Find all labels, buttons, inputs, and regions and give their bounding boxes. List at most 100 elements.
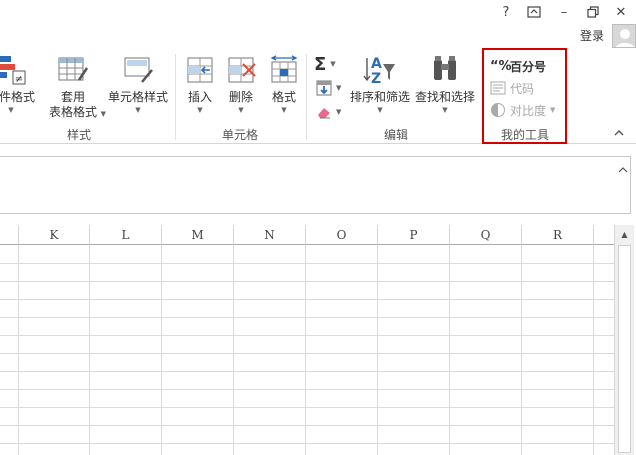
find-select-label: 查找和选择: [414, 90, 475, 104]
editing-group-label: 编辑: [383, 128, 408, 142]
grid-line: [305, 245, 306, 455]
column-header-m[interactable]: M: [162, 225, 234, 245]
insert-cells-icon: [187, 57, 213, 83]
grid-line: [0, 443, 614, 444]
chevron-down-icon: ▼: [8, 106, 14, 114]
mytools-highlight-box: [482, 48, 567, 144]
fill-button[interactable]: ▼: [316, 78, 341, 98]
title-bar: ? – ✕ 登录: [0, 0, 636, 50]
chevron-down-icon: ▼: [281, 106, 287, 114]
chevron-down-icon: ▼: [336, 108, 342, 116]
column-header-partial[interactable]: [0, 225, 19, 245]
table-format-label-2: 表格格式: [48, 105, 97, 119]
grid-line: [0, 281, 614, 282]
fill-down-icon: [316, 80, 332, 96]
format-button[interactable]: 格式 ▼: [266, 54, 302, 115]
grid-line: [0, 263, 614, 264]
svg-text:≠: ≠: [15, 74, 23, 85]
grid-line: [0, 425, 614, 426]
grid-line: [0, 299, 614, 300]
grid-line: [0, 353, 614, 354]
grid-line: [377, 245, 378, 455]
collapse-ribbon-button[interactable]: [614, 126, 624, 140]
grid-line: [89, 245, 90, 455]
column-header-r[interactable]: R: [522, 225, 594, 245]
grid-line: [0, 335, 614, 336]
sort-filter-label: 排序和筛选: [349, 90, 410, 104]
vertical-scrollbar[interactable]: ▲: [614, 225, 634, 455]
avatar[interactable]: [612, 24, 636, 48]
scroll-up-button[interactable]: ▲: [615, 225, 634, 243]
group-separator: [175, 54, 176, 140]
expand-formula-bar-button[interactable]: [618, 163, 628, 177]
format-label: 格式: [271, 90, 296, 104]
chevron-down-icon: ▼: [238, 106, 244, 114]
sign-in-link[interactable]: 登录: [580, 27, 604, 44]
group-separator: [306, 54, 307, 140]
grid-line: [161, 245, 162, 455]
chevron-down-icon: ▼: [377, 106, 383, 114]
styles-group-label: 样式: [66, 128, 91, 142]
scrollbar-thumb[interactable]: [618, 245, 631, 453]
column-header-partial[interactable]: [594, 225, 614, 245]
chevron-down-icon: ▼: [197, 106, 203, 114]
insert-label: 插入: [187, 90, 212, 104]
formula-bar-input[interactable]: [0, 156, 631, 214]
column-header-k[interactable]: K: [19, 225, 90, 245]
grid-line: [521, 245, 522, 455]
maximize-button[interactable]: [581, 3, 605, 21]
cell-styles-button[interactable]: 单元格样式 ▼: [106, 54, 170, 115]
format-cells-icon: [270, 55, 298, 83]
delete-button[interactable]: 删除 ▼: [222, 54, 260, 115]
chevron-down-icon: ▼: [336, 84, 342, 92]
help-button[interactable]: ?: [494, 3, 518, 21]
insert-button[interactable]: 插入 ▼: [182, 54, 218, 115]
user-icon: [615, 29, 635, 47]
format-as-table-button[interactable]: 套用 表格格式 ▼: [42, 54, 106, 120]
column-header-q[interactable]: Q: [450, 225, 522, 245]
column-header-o[interactable]: O: [306, 225, 378, 245]
grid-line: [0, 371, 614, 372]
column-header-p[interactable]: P: [378, 225, 450, 245]
table-format-icon: [58, 57, 89, 81]
grid-line: [0, 407, 614, 408]
chevron-down-icon: ▼: [330, 60, 336, 68]
cell-styles-label: 单元格样式: [107, 90, 168, 104]
find-select-button[interactable]: 查找和选择 ▼: [414, 54, 476, 115]
autosum-button[interactable]: Σ ▼: [314, 53, 336, 75]
grid-line: [593, 245, 594, 455]
restore-icon: [587, 6, 599, 18]
grid-line: [0, 317, 614, 318]
grid-line: [0, 389, 614, 390]
cell-styles-icon: [124, 57, 153, 83]
conditional-format-label: 条件格式: [0, 90, 35, 104]
minimize-button[interactable]: –: [552, 3, 576, 21]
sort-filter-button[interactable]: A Z 排序和筛选 ▼: [348, 54, 412, 115]
svg-text:Z: Z: [371, 71, 381, 86]
chevron-up-icon: [618, 167, 628, 173]
binoculars-icon: [434, 56, 456, 80]
clear-button[interactable]: ▼: [316, 102, 341, 122]
column-header-l[interactable]: L: [90, 225, 162, 245]
close-button[interactable]: ✕: [609, 3, 633, 21]
table-format-label-1: 套用: [60, 90, 85, 104]
grid-line: [18, 245, 19, 455]
ribbon-display-icon: [527, 6, 541, 18]
conditional-format-button[interactable]: ≠ 条件格式 ▼: [0, 54, 40, 115]
chevron-down-icon: ▼: [135, 106, 141, 114]
conditional-format-icon: ≠: [0, 56, 26, 85]
sigma-icon: Σ: [314, 53, 327, 75]
eraser-icon: [318, 108, 330, 119]
sort-filter-icon: A Z: [363, 56, 395, 86]
chevron-down-icon: ▼: [442, 106, 448, 114]
ribbon-display-options-button[interactable]: [522, 3, 546, 21]
spreadsheet-grid[interactable]: K L M N O P Q R: [0, 225, 614, 455]
chevron-up-icon: [614, 130, 624, 136]
delete-label: 删除: [228, 90, 253, 104]
svg-text:A: A: [371, 56, 382, 72]
column-header-n[interactable]: N: [234, 225, 306, 245]
grid-line: [233, 245, 234, 455]
cells-group-label: 单元格: [221, 128, 258, 142]
grid-line: [449, 245, 450, 455]
delete-cells-icon: [228, 57, 256, 83]
